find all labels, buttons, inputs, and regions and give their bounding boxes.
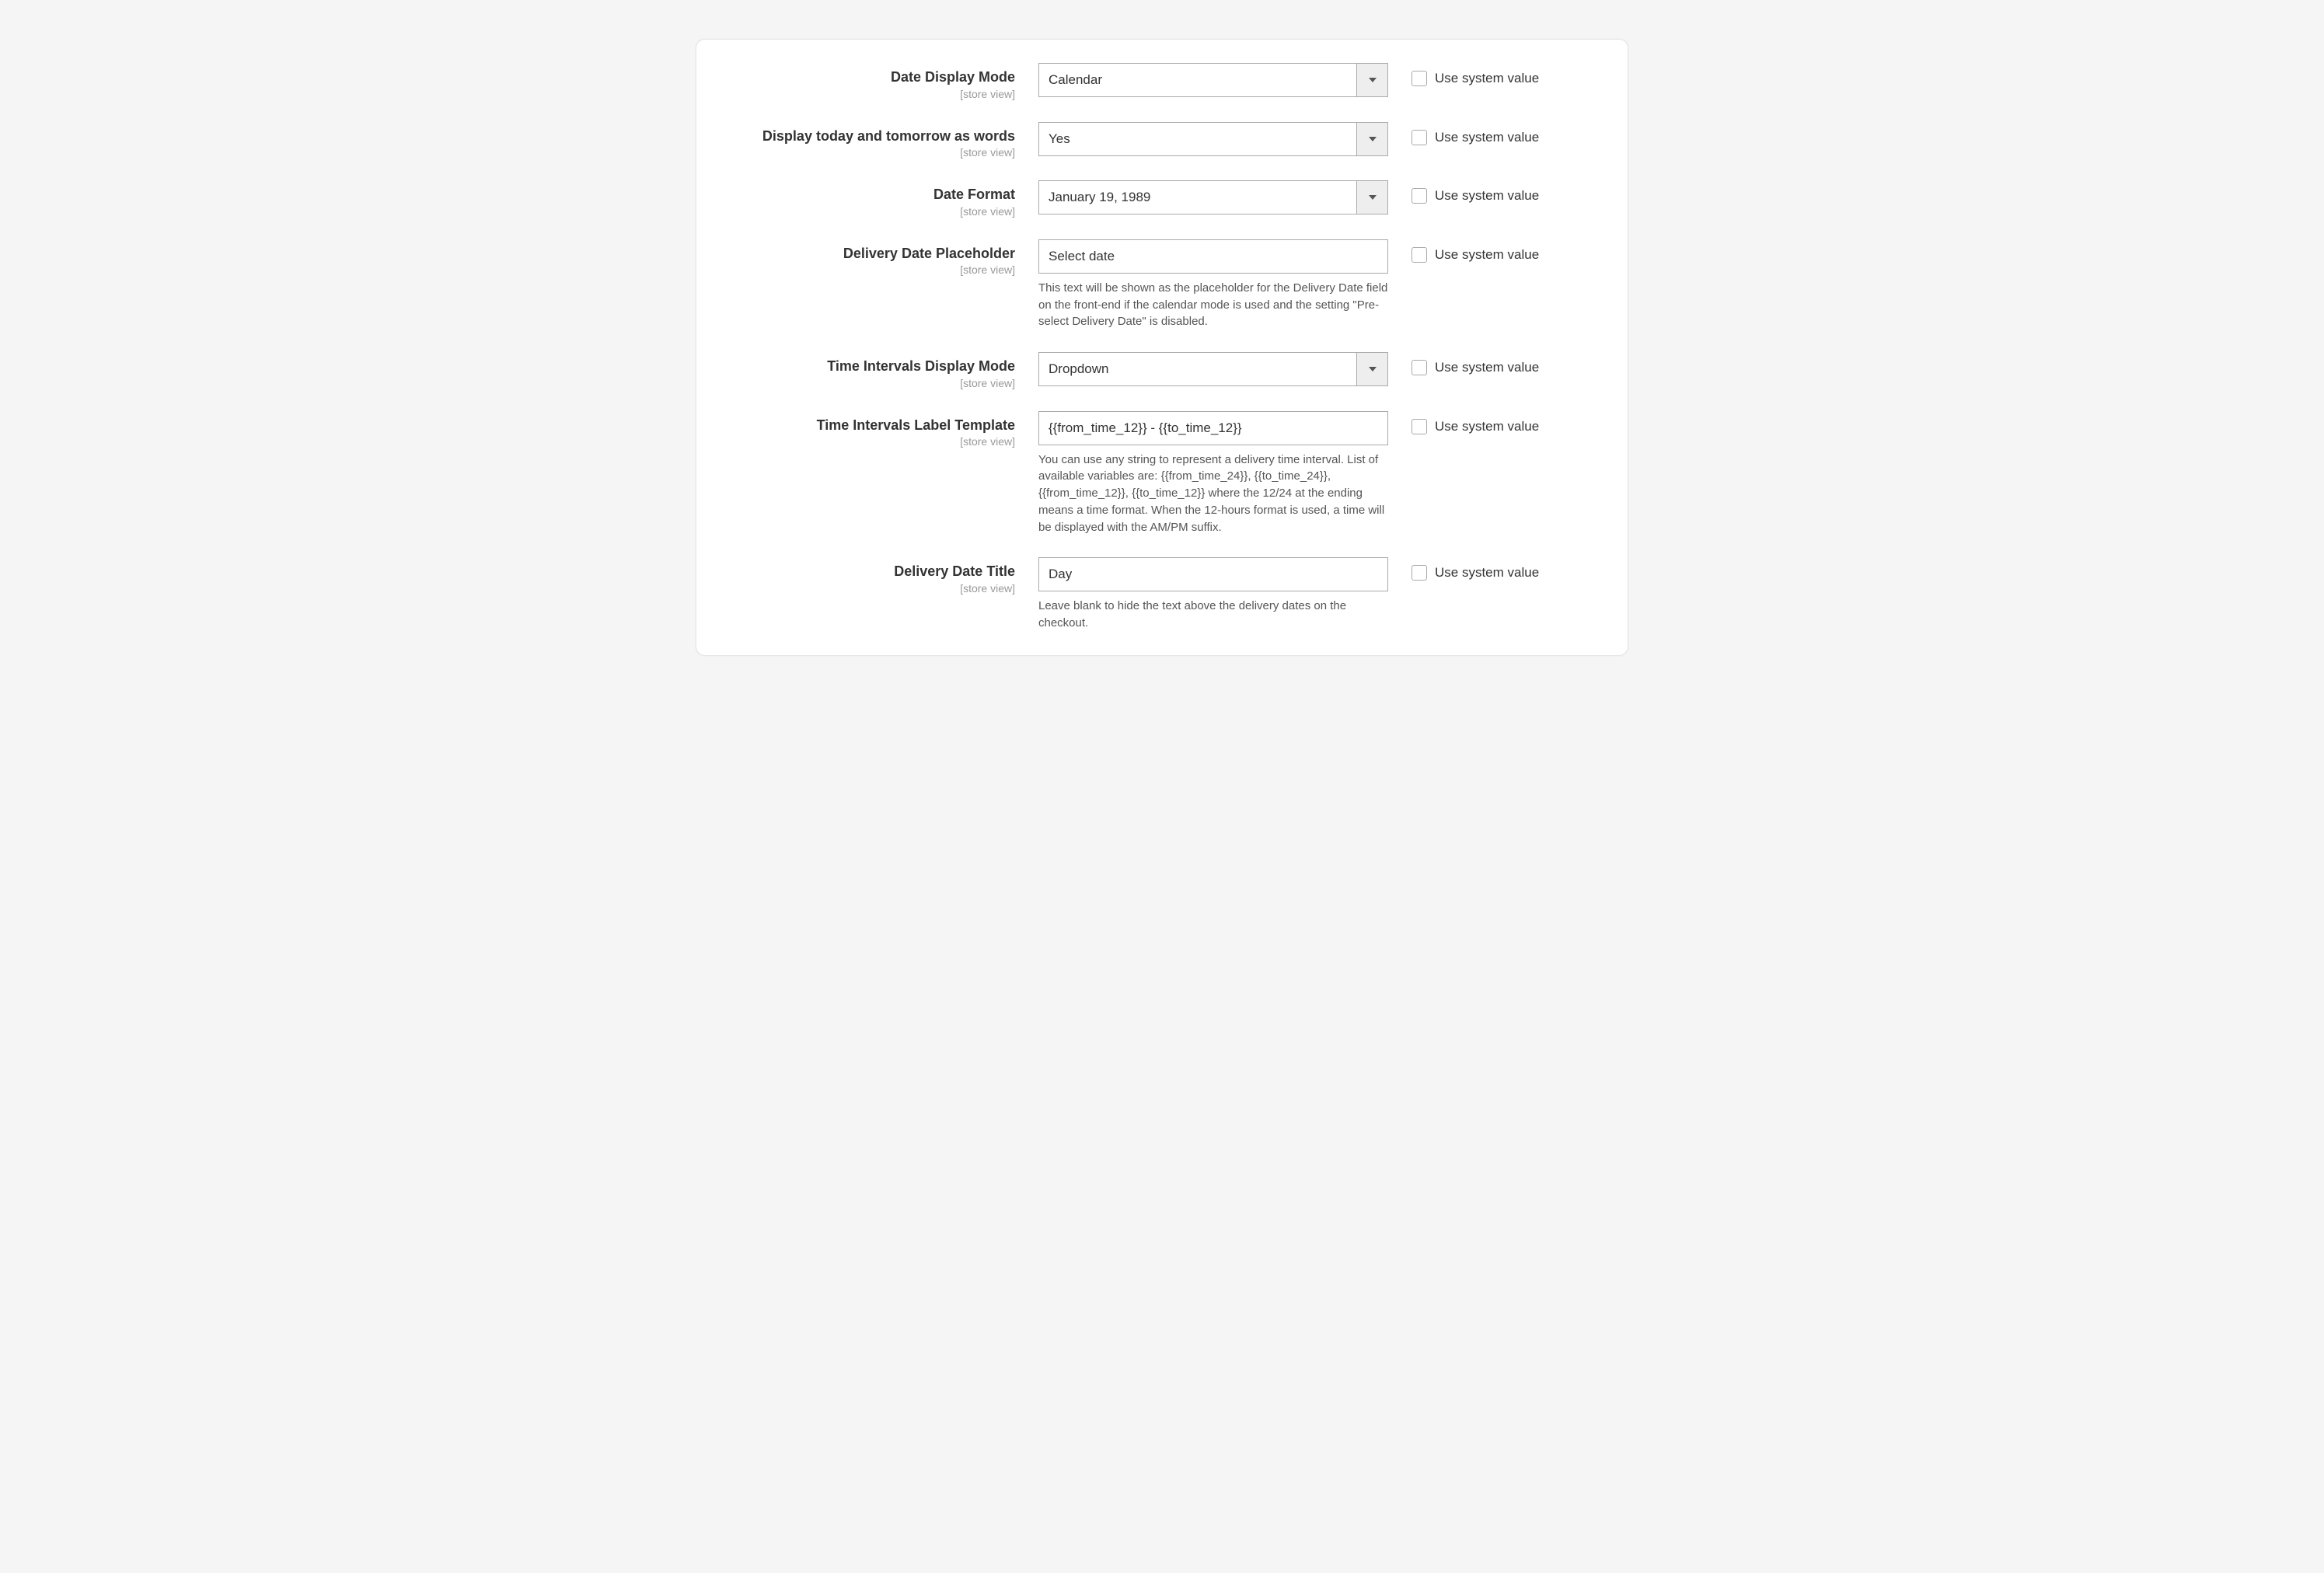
label-col: Display today and tomorrow as words [sto… (712, 122, 1038, 159)
label-col: Delivery Date Placeholder [store view] (712, 239, 1038, 277)
control-col: Calendar (1038, 63, 1388, 97)
use-system-label: Use system value (1435, 130, 1539, 145)
delivery-date-placeholder-input[interactable] (1049, 240, 1378, 273)
use-system-col: Use system value (1388, 122, 1539, 145)
field-help: Leave blank to hide the text above the d… (1038, 598, 1388, 632)
use-system-checkbox[interactable] (1411, 130, 1427, 145)
field-scope: [store view] (712, 435, 1015, 448)
use-system-label: Use system value (1435, 71, 1539, 86)
use-system-label: Use system value (1435, 565, 1539, 581)
chevron-down-icon (1356, 64, 1387, 96)
delivery-date-title-input[interactable] (1049, 558, 1378, 591)
chevron-down-icon (1356, 353, 1387, 385)
label-col: Delivery Date Title [store view] (712, 557, 1038, 595)
use-system-label: Use system value (1435, 188, 1539, 204)
field-label: Time Intervals Label Template (712, 417, 1015, 434)
config-panel: Date Display Mode [store view] Calendar … (696, 39, 1628, 656)
time-intervals-mode-select[interactable]: Dropdown (1038, 352, 1388, 386)
control-col: You can use any string to represent a de… (1038, 411, 1388, 536)
field-help: This text will be shown as the placehold… (1038, 280, 1388, 330)
use-system-checkbox[interactable] (1411, 71, 1427, 86)
use-system-col: Use system value (1388, 411, 1539, 434)
use-system-checkbox[interactable] (1411, 247, 1427, 263)
use-system-col: Use system value (1388, 557, 1539, 581)
use-system-col: Use system value (1388, 239, 1539, 263)
control-col: This text will be shown as the placehold… (1038, 239, 1388, 330)
delivery-date-placeholder-input-wrap (1038, 239, 1388, 274)
label-col: Date Display Mode [store view] (712, 63, 1038, 100)
control-col: January 19, 1989 (1038, 180, 1388, 214)
chevron-down-icon (1356, 181, 1387, 214)
use-system-checkbox[interactable] (1411, 565, 1427, 581)
delivery-date-title-input-wrap (1038, 557, 1388, 591)
field-scope: [store view] (712, 263, 1015, 276)
field-delivery-date-placeholder: Delivery Date Placeholder [store view] T… (712, 239, 1612, 330)
use-system-checkbox[interactable] (1411, 360, 1427, 375)
use-system-col: Use system value (1388, 352, 1539, 375)
field-date-display-mode: Date Display Mode [store view] Calendar … (712, 63, 1612, 100)
label-col: Time Intervals Display Mode [store view] (712, 352, 1038, 389)
chevron-down-icon (1356, 123, 1387, 155)
control-col: Yes (1038, 122, 1388, 156)
field-time-intervals-mode: Time Intervals Display Mode [store view]… (712, 352, 1612, 389)
field-date-format: Date Format [store view] January 19, 198… (712, 180, 1612, 218)
field-scope: [store view] (712, 205, 1015, 218)
use-system-label: Use system value (1435, 360, 1539, 375)
control-col: Leave blank to hide the text above the d… (1038, 557, 1388, 632)
field-help: You can use any string to represent a de… (1038, 452, 1388, 536)
field-label: Date Display Mode (712, 69, 1015, 86)
words-today-tomorrow-select[interactable]: Yes (1038, 122, 1388, 156)
use-system-checkbox[interactable] (1411, 419, 1427, 434)
field-time-intervals-template: Time Intervals Label Template [store vie… (712, 411, 1612, 536)
use-system-label: Use system value (1435, 419, 1539, 434)
use-system-label: Use system value (1435, 247, 1539, 263)
select-value: January 19, 1989 (1049, 190, 1150, 205)
use-system-col: Use system value (1388, 180, 1539, 204)
field-label: Delivery Date Placeholder (712, 246, 1015, 263)
field-scope: [store view] (712, 582, 1015, 595)
select-value: Calendar (1049, 72, 1102, 88)
field-scope: [store view] (712, 377, 1015, 389)
label-col: Time Intervals Label Template [store vie… (712, 411, 1038, 448)
field-words-today-tomorrow: Display today and tomorrow as words [sto… (712, 122, 1612, 159)
time-intervals-template-input[interactable] (1049, 412, 1378, 445)
select-value: Yes (1049, 131, 1070, 147)
date-display-mode-select[interactable]: Calendar (1038, 63, 1388, 97)
time-intervals-template-input-wrap (1038, 411, 1388, 445)
select-value: Dropdown (1049, 361, 1109, 377)
field-label: Time Intervals Display Mode (712, 358, 1015, 375)
use-system-checkbox[interactable] (1411, 188, 1427, 204)
field-scope: [store view] (712, 146, 1015, 159)
field-delivery-date-title: Delivery Date Title [store view] Leave b… (712, 557, 1612, 632)
field-label: Date Format (712, 187, 1015, 204)
date-format-select[interactable]: January 19, 1989 (1038, 180, 1388, 214)
field-label: Display today and tomorrow as words (712, 128, 1015, 145)
field-label: Delivery Date Title (712, 563, 1015, 581)
label-col: Date Format [store view] (712, 180, 1038, 218)
control-col: Dropdown (1038, 352, 1388, 386)
use-system-col: Use system value (1388, 63, 1539, 86)
field-scope: [store view] (712, 88, 1015, 100)
